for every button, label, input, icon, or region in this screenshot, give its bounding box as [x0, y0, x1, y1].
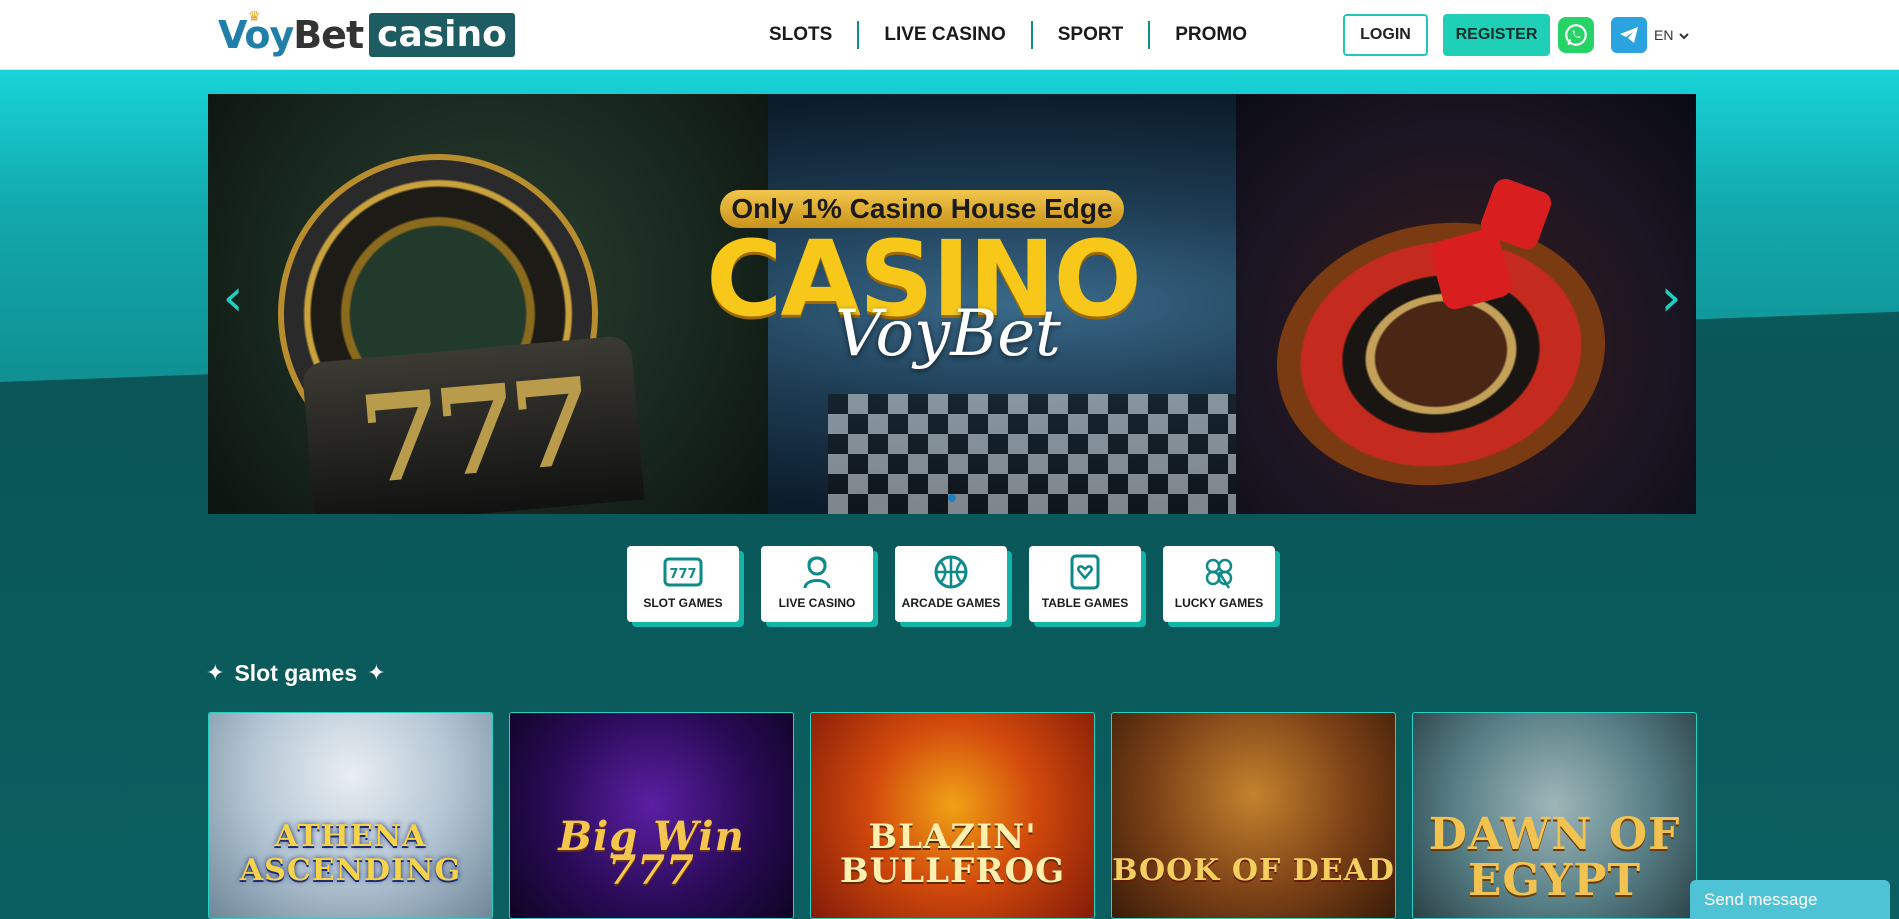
dealer-icon	[797, 554, 837, 590]
logo-casino-text: casino	[369, 13, 515, 57]
carousel-dot[interactable]	[948, 494, 956, 502]
category-label: LIVE CASINO	[778, 596, 856, 610]
register-button[interactable]: REGISTER	[1443, 14, 1550, 56]
basketball-icon	[931, 554, 971, 590]
card-heart-icon	[1065, 554, 1105, 590]
category-arcade-games[interactable]: ARCADE GAMES	[895, 546, 1007, 622]
category-label: LUCKY GAMES	[1174, 596, 1264, 610]
nav-sport[interactable]: SPORT	[1033, 21, 1151, 49]
voybet-casino-logo[interactable]: ♛ Voy Bet casino	[218, 8, 515, 58]
game-title: Big Win 777	[558, 813, 745, 894]
hero-banner[interactable]: 777 Only 1% Casino House Edge CASINO Voy…	[208, 94, 1696, 514]
category-live-casino[interactable]: LIVE CASINO	[761, 546, 873, 622]
telegram-icon[interactable]	[1611, 17, 1647, 53]
category-label: SLOT GAMES	[643, 596, 723, 610]
game-card[interactable]: DAWN OF EGYPT	[1412, 712, 1697, 919]
game-card[interactable]: BLAZIN' BULLFROG	[810, 712, 1095, 919]
site-header: ♛ Voy Bet casino SLOTS LIVE CASINO SPORT…	[0, 0, 1899, 70]
clover-icon	[1199, 554, 1239, 590]
sparkle-icon: ✦	[367, 660, 386, 685]
nav-live-casino[interactable]: LIVE CASINO	[859, 21, 1033, 49]
game-categories: 777 SLOT GAMES LIVE CASINO ARCADE GAMES …	[627, 546, 1275, 622]
carousel-prev-arrow-icon[interactable]: ‹	[218, 272, 248, 324]
game-card[interactable]: ATHENA ASCENDING	[208, 712, 493, 919]
nav-slots[interactable]: SLOTS	[744, 21, 860, 49]
category-lucky-games[interactable]: LUCKY GAMES	[1163, 546, 1275, 622]
game-title: BLAZIN' BULLFROG	[839, 817, 1066, 891]
slot-machine-777-image: 777	[301, 334, 645, 514]
slot-games-list: ATHENA ASCENDING Big Win 777 BLAZIN' BUL…	[208, 712, 1697, 919]
game-title: BOOK OF DEAD	[1112, 853, 1395, 888]
game-card[interactable]: BOOK OF DEAD	[1111, 712, 1396, 919]
language-selector[interactable]: EN	[1654, 24, 1690, 46]
game-title: DAWN OF EGYPT	[1428, 809, 1681, 906]
section-title: ✦ Slot games ✦	[206, 656, 386, 690]
game-card[interactable]: Big Win 777	[509, 712, 794, 919]
section-title-text: Slot games	[234, 659, 358, 686]
whatsapp-icon[interactable]	[1558, 17, 1594, 53]
slot-777-icon: 777	[663, 554, 703, 590]
chevron-down-icon	[1679, 27, 1690, 43]
crown-icon: ♛	[248, 8, 261, 24]
sparkle-icon: ✦	[206, 660, 225, 685]
category-slot-games[interactable]: 777 SLOT GAMES	[627, 546, 739, 622]
logo-bet-text: Bet	[293, 13, 364, 57]
category-table-games[interactable]: TABLE GAMES	[1029, 546, 1141, 622]
main-nav: SLOTS LIVE CASINO SPORT PROMO	[744, 0, 1272, 70]
send-message-button[interactable]: Send message	[1690, 880, 1890, 919]
category-label: TABLE GAMES	[1041, 596, 1129, 610]
banner-right-art	[1236, 94, 1696, 514]
carousel-next-arrow-icon[interactable]: ›	[1656, 272, 1686, 324]
nav-promo[interactable]: PROMO	[1150, 21, 1272, 49]
login-button[interactable]: LOGIN	[1343, 14, 1428, 56]
banner-subheadline: VoyBet	[835, 297, 1061, 371]
game-title: ATHENA ASCENDING	[239, 819, 462, 888]
category-label: ARCADE GAMES	[901, 596, 1001, 610]
banner-left-art: 777	[208, 94, 768, 514]
carousel-dots	[948, 494, 956, 502]
language-code: EN	[1654, 27, 1674, 43]
svg-text:777: 777	[669, 567, 696, 582]
